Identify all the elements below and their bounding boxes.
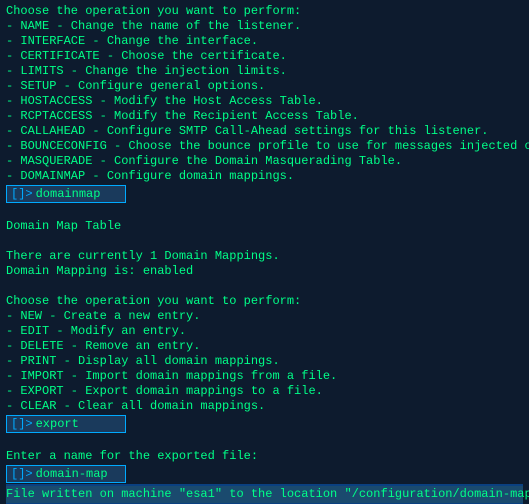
empty-1: [6, 204, 523, 219]
line-limits: - LIMITS - Change the injection limits.: [6, 64, 523, 79]
prompt-1[interactable]: []> domainmap: [6, 184, 523, 204]
line-currently-1: There are currently 1 Domain Mappings.: [6, 249, 523, 264]
line-edit: - EDIT - Modify an entry.: [6, 324, 523, 339]
line-import: - IMPORT - Import domain mappings from a…: [6, 369, 523, 384]
prompt-input-2: export: [36, 417, 79, 432]
line-clear: - CLEAR - Clear all domain mappings.: [6, 399, 523, 414]
line-interface: - INTERFACE - Change the interface.: [6, 34, 523, 49]
line-certificate: - CERTIFICATE - Choose the certificate.: [6, 49, 523, 64]
line-mapping-enabled-1: Domain Mapping is: enabled: [6, 264, 523, 279]
line-delete: - DELETE - Remove an entry.: [6, 339, 523, 354]
line-export-opt: - EXPORT - Export domain mappings to a f…: [6, 384, 523, 399]
prompt-3[interactable]: []> domain-map: [6, 464, 523, 484]
line-rcptaccess: - RCPTACCESS - Modify the Recipient Acce…: [6, 109, 523, 124]
empty-2: [6, 234, 523, 249]
line-hostaccess: - HOSTACCESS - Modify the Host Access Ta…: [6, 94, 523, 109]
prompt-box-1[interactable]: []> domainmap: [6, 185, 126, 203]
terminal: Choose the operation you want to perform…: [0, 0, 529, 504]
prompt-arrow-2: []>: [11, 417, 33, 432]
prompt-arrow-1: []>: [11, 187, 33, 202]
line-bounceconfig: - BOUNCECONFIG - Choose the bounce profi…: [6, 139, 523, 154]
line-callahead: - CALLAHEAD - Configure SMTP Call-Ahead …: [6, 124, 523, 139]
prompt-box-2[interactable]: []> export: [6, 415, 126, 433]
line-new: - NEW - Create a new entry.: [6, 309, 523, 324]
prompt-arrow-3: []>: [11, 467, 33, 482]
line-setup: - SETUP - Configure general options.: [6, 79, 523, 94]
prompt-2[interactable]: []> export: [6, 414, 523, 434]
line-domainmap: - DOMAINMAP - Configure domain mappings.: [6, 169, 523, 184]
line-print: - PRINT - Display all domain mappings.: [6, 354, 523, 369]
empty-3: [6, 279, 523, 294]
prompt-input-1: domainmap: [36, 187, 101, 202]
prompt-input-3: domain-map: [36, 467, 108, 482]
line-choose-2: Choose the operation you want to perform…: [6, 294, 523, 309]
line-name: - NAME - Change the name of the listener…: [6, 19, 523, 34]
line-domain-map-table-1: Domain Map Table: [6, 219, 523, 234]
line-masquerade: - MASQUERADE - Configure the Domain Masq…: [6, 154, 523, 169]
empty-4: [6, 434, 523, 449]
line-enter-name: Enter a name for the exported file:: [6, 449, 523, 464]
prompt-box-3[interactable]: []> domain-map: [6, 465, 126, 483]
written-message: File written on machine "esa1" to the lo…: [6, 486, 523, 503]
line-choose-1: Choose the operation you want to perform…: [6, 4, 523, 19]
